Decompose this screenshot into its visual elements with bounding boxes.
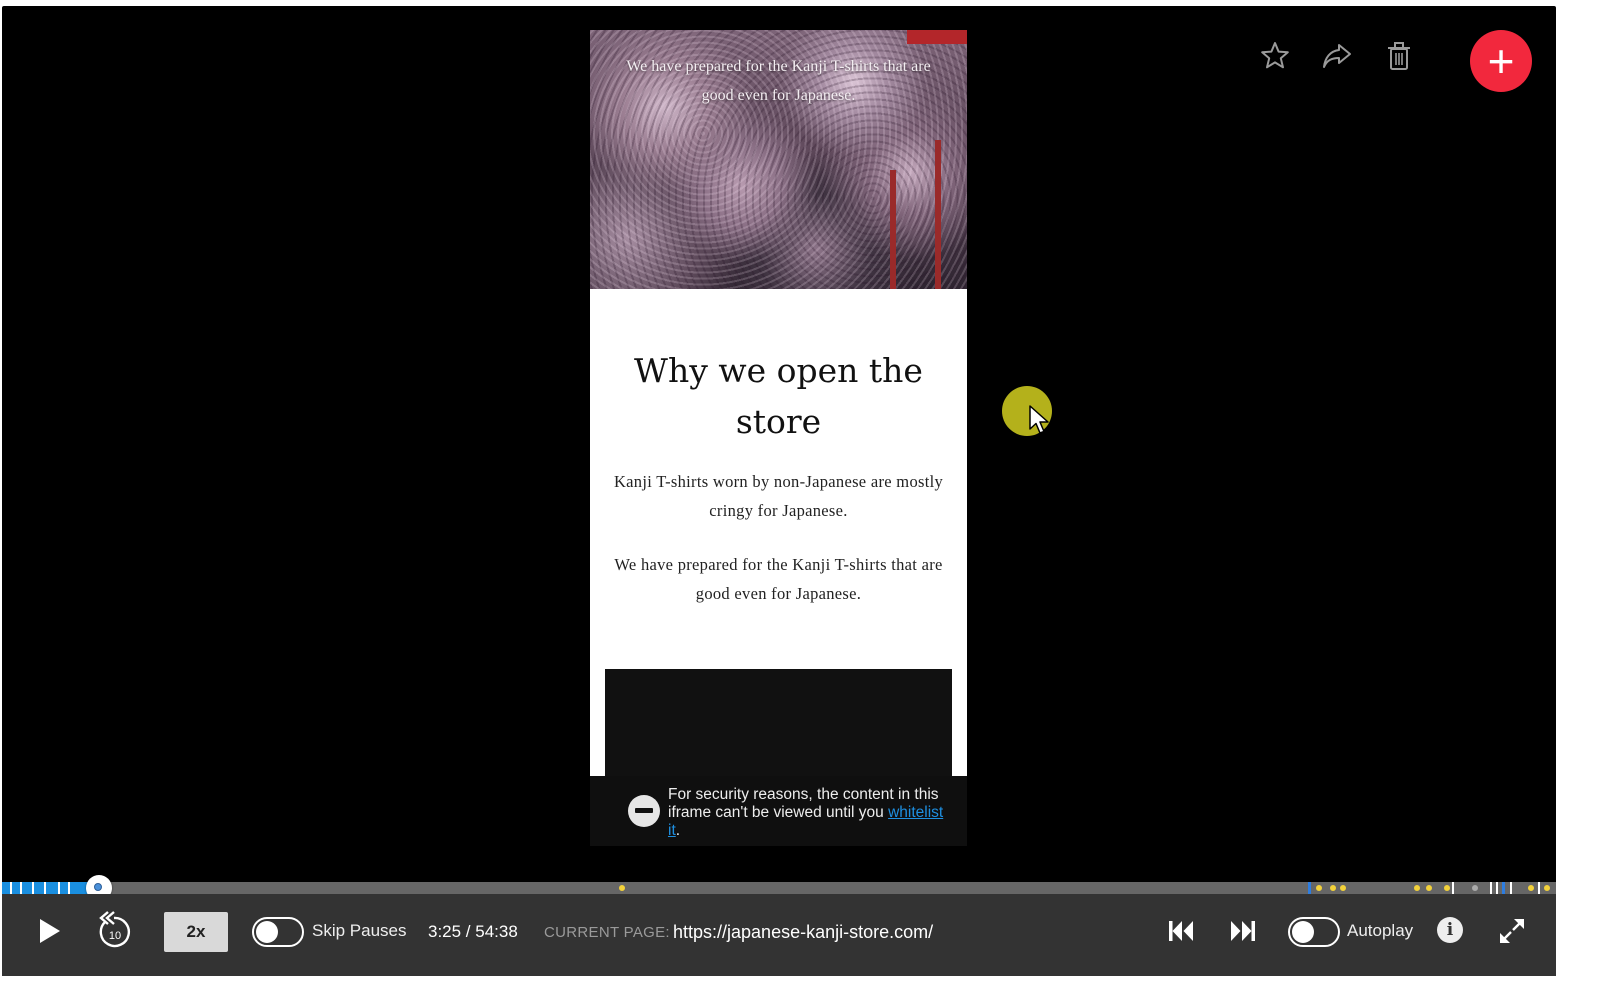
trash-icon[interactable]: [1383, 40, 1415, 72]
skip-pauses-toggle[interactable]: [252, 917, 304, 947]
timeline-marker: [1490, 882, 1492, 894]
fullscreen-icon[interactable]: [1497, 916, 1527, 946]
timeline-event-dot: [1444, 885, 1450, 891]
timeline-bar[interactable]: [2, 882, 1556, 894]
plus-icon: +: [1487, 35, 1515, 87]
blocked-icon: [628, 795, 660, 827]
timeline-event-dot: [1528, 885, 1534, 891]
cursor-arrow-icon: [1029, 405, 1049, 434]
timeline-event-dot: [1414, 885, 1420, 891]
timeline-event-dot: [1330, 885, 1336, 891]
timeline-marker: [1502, 882, 1505, 894]
rewind-10-icon[interactable]: 10: [94, 908, 134, 952]
current-page-url[interactable]: https://japanese-kanji-store.com/: [673, 922, 933, 943]
speed-button[interactable]: 2x: [164, 912, 228, 952]
timeline-marker: [44, 882, 46, 894]
next-page-icon[interactable]: [1228, 916, 1258, 946]
timeline-marker: [10, 882, 12, 894]
timeline-marker: [58, 882, 60, 894]
paragraph: Kanji T-shirts worn by non-Japanese are …: [613, 472, 944, 520]
autoplay-label: Autoplay: [1347, 921, 1414, 940]
time-display: 3:25 / 54:38: [428, 922, 518, 941]
security-message: For security reasons, the content in thi…: [668, 786, 944, 839]
page-content: Why we open the store Kanji T-shirts wor…: [590, 289, 967, 776]
timeline-event-dot: [619, 885, 625, 891]
timeline-marker: [1510, 882, 1512, 894]
timeline-played: [2, 882, 99, 894]
blocked-iframe: [605, 669, 952, 776]
add-button[interactable]: +: [1470, 30, 1532, 92]
rewind-seconds: 10: [109, 930, 121, 942]
hero-text: We have prepared for the Kanji T-shirts …: [626, 58, 931, 104]
autoplay-toggle[interactable]: [1288, 917, 1340, 947]
paragraph: We have prepared for the Kanji T-shirts …: [614, 555, 943, 603]
timeline-marker: [1452, 882, 1454, 894]
hero-cherry-blossom-image: We have prepared for the Kanji T-shirts …: [590, 30, 967, 289]
skip-pauses-label: Skip Pauses: [312, 921, 407, 940]
timeline-event-dot: [1316, 885, 1322, 891]
timeline-event-dot: [1472, 885, 1478, 891]
previous-page-icon[interactable]: [1166, 916, 1196, 946]
info-icon[interactable]: i: [1437, 917, 1463, 943]
timeline-marker: [1308, 882, 1311, 894]
timeline-marker: [68, 882, 70, 894]
timeline-marker: [1496, 882, 1498, 894]
timeline-event-dot: [1340, 885, 1346, 891]
timeline-event-dot: [1544, 885, 1550, 891]
player-controls: 10 2x Skip Pauses 3:25 / 54:38 CURRENT P…: [2, 894, 1556, 976]
timeline-marker: [32, 882, 34, 894]
star-icon[interactable]: [1259, 40, 1291, 72]
share-icon[interactable]: [1321, 40, 1353, 72]
timeline-event-dot: [1426, 885, 1432, 891]
shrine-pillar: [890, 170, 896, 289]
timeline-marker: [1538, 882, 1540, 894]
current-page-label: CURRENT PAGE:: [544, 924, 670, 941]
page-heading: Why we open the store: [634, 351, 923, 441]
timeline-marker: [20, 882, 22, 894]
shrine-roof: [907, 30, 967, 44]
play-icon[interactable]: [32, 914, 66, 948]
recorded-viewport: We have prepared for the Kanji T-shirts …: [590, 30, 967, 846]
shrine-pillar: [935, 140, 941, 289]
security-notice: For security reasons, the content in thi…: [590, 776, 967, 846]
